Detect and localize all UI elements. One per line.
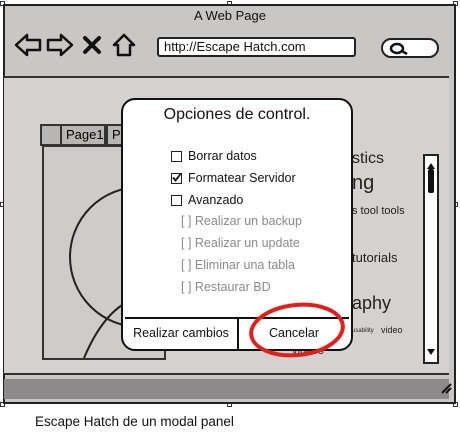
- tab-page1[interactable]: Page1: [60, 124, 106, 146]
- url-input[interactable]: http://Escape Hatch.com: [157, 37, 356, 57]
- checkbox-checked[interactable]: [171, 172, 182, 184]
- highlight-circle: [249, 302, 345, 358]
- search-field[interactable]: [381, 38, 439, 58]
- option-borrar-datos[interactable]: Borrar datos: [171, 149, 257, 163]
- modal-title: Opciones de control.: [163, 106, 311, 123]
- sub-option-restaurar-bd: [ ] Restaurar BD: [181, 280, 271, 294]
- status-bar: [4, 379, 449, 399]
- tab-placeholder: [40, 124, 62, 146]
- checkbox[interactable]: [171, 194, 182, 206]
- search-icon: [389, 42, 409, 60]
- option-label: Formatear Servidor: [188, 171, 296, 185]
- home-icon[interactable]: [110, 31, 138, 59]
- option-label: Avanzado: [188, 193, 244, 207]
- option-formatear-servidor[interactable]: Formatear Servidor: [171, 171, 296, 185]
- sub-option-update: [ ] Realizar un update: [181, 236, 300, 250]
- bg-text-video: video: [381, 325, 403, 335]
- vertical-scrollbar[interactable]: [423, 154, 439, 364]
- bg-text-usability: usability: [352, 328, 374, 334]
- forward-arrow-icon[interactable]: [46, 31, 74, 59]
- resize-grip-icon[interactable]: [438, 382, 452, 397]
- apply-changes-button[interactable]: Realizar cambios: [125, 319, 237, 349]
- check-icon: [171, 173, 181, 182]
- navigation-bar: [14, 30, 138, 60]
- sub-option-backup: [ ] Realizar un backup: [181, 214, 302, 228]
- caption: Escape Hatch de un modal panel: [35, 414, 234, 429]
- bg-text-ng: ng: [352, 172, 375, 194]
- scroll-down-icon[interactable]: [426, 343, 436, 361]
- option-avanzado[interactable]: Avanzado: [171, 193, 243, 207]
- bg-text-stics: stics: [352, 150, 384, 167]
- bg-text-tools: s tool tools: [352, 205, 405, 217]
- checkbox[interactable]: [171, 150, 182, 162]
- scroll-thumb[interactable]: [428, 169, 434, 193]
- close-x-icon[interactable]: [78, 31, 106, 59]
- back-arrow-icon[interactable]: [14, 31, 42, 59]
- option-label: Borrar datos: [188, 149, 257, 163]
- bg-text-aphy: aphy: [352, 293, 392, 313]
- window-title: A Web Page: [193, 8, 267, 23]
- sub-option-eliminar-tabla: [ ] Eliminar una tabla: [181, 258, 295, 272]
- bg-text-tutorials: tutorials: [352, 250, 398, 265]
